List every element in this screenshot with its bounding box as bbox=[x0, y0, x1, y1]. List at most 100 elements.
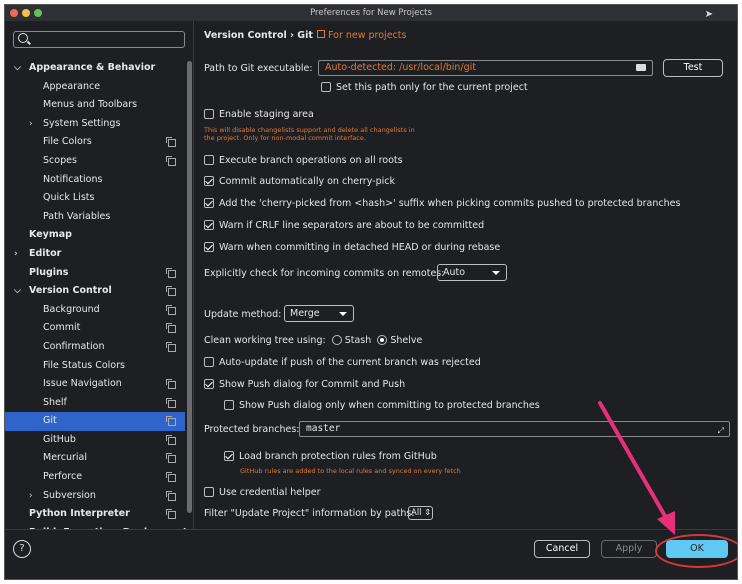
auto-update-option[interactable]: Auto-update if push of the current branc… bbox=[204, 356, 481, 368]
shelve-radio[interactable] bbox=[377, 334, 388, 345]
staging-note-line-1: This will disable changelists support an… bbox=[204, 126, 415, 134]
sidebar-item-python-interpreter[interactable]: Python Interpreter bbox=[5, 505, 185, 524]
sidebar-item-confirmation[interactable]: Confirmation bbox=[5, 338, 185, 357]
crlf-label: Warn if CRLF line separators are about t… bbox=[219, 220, 485, 231]
push-dialog-option[interactable]: Show Push dialog for Commit and Push bbox=[204, 378, 405, 390]
project-scope-icon bbox=[166, 155, 176, 166]
project-icon bbox=[317, 30, 325, 38]
push-dialog-checkbox[interactable] bbox=[204, 378, 214, 389]
sidebar-item-label: Version Control bbox=[29, 285, 112, 297]
apply-button[interactable]: Apply bbox=[601, 540, 657, 558]
cancel-button[interactable]: Cancel bbox=[534, 540, 590, 558]
sidebar-item-shelf[interactable]: Shelf bbox=[5, 394, 185, 413]
sidebar-item-issue-navigation[interactable]: Issue Navigation bbox=[5, 375, 185, 394]
sidebar-item-menus-and-toolbars[interactable]: Menus and Toolbars bbox=[5, 96, 185, 115]
project-scope-icon bbox=[166, 323, 176, 334]
incoming-commits-select[interactable]: Auto bbox=[437, 264, 507, 281]
crlf-checkbox[interactable] bbox=[204, 219, 214, 230]
current-project-option[interactable]: Set this path only for the current proje… bbox=[321, 81, 528, 93]
sidebar-item-scopes[interactable]: Scopes bbox=[5, 152, 185, 171]
zoom-window-button[interactable] bbox=[34, 9, 42, 17]
sidebar-item-file-status-colors[interactable]: File Status Colors bbox=[5, 357, 185, 376]
cherry-suffix-checkbox[interactable] bbox=[204, 197, 214, 208]
project-scope-icon bbox=[166, 304, 176, 315]
chevron-right-icon[interactable]: › bbox=[29, 115, 33, 134]
auto-update-checkbox[interactable] bbox=[204, 356, 214, 367]
branch-ops-option[interactable]: Execute branch operations on all roots bbox=[204, 154, 403, 166]
sidebar-item-label: Background bbox=[43, 303, 100, 315]
git-path-value: Auto-detected: /usr/local/bin/git bbox=[325, 62, 477, 73]
git-path-input[interactable]: Auto-detected: /usr/local/bin/git bbox=[318, 60, 653, 76]
sidebar-item-plugins[interactable]: Plugins bbox=[5, 264, 185, 283]
filter-value: All bbox=[411, 508, 422, 518]
project-scope-icon bbox=[166, 434, 176, 445]
chevron-right-icon[interactable]: › bbox=[14, 245, 18, 264]
detached-head-checkbox[interactable] bbox=[204, 241, 214, 252]
sidebar-item-quick-lists[interactable]: Quick Lists bbox=[5, 189, 185, 208]
minimize-window-button[interactable] bbox=[22, 9, 30, 17]
sidebar-item-label: Perforce bbox=[43, 471, 83, 483]
auto-update-label: Auto-update if push of the current branc… bbox=[219, 357, 481, 368]
current-project-label: Set this path only for the current proje… bbox=[336, 82, 528, 93]
git-settings-panel: Version Control › Git For new projects P… bbox=[194, 21, 737, 529]
project-scope-icon bbox=[166, 509, 176, 520]
protected-branches-input[interactable]: master ⤢ bbox=[299, 421, 730, 437]
sidebar-item-label: Notifications bbox=[43, 173, 103, 185]
sidebar-scrollbar[interactable] bbox=[187, 61, 192, 513]
sidebar-item-version-control[interactable]: ⌵ Version Control bbox=[5, 282, 185, 301]
detached-head-option[interactable]: Warn when committing in detached HEAD or… bbox=[204, 241, 500, 253]
sidebar-item-git[interactable]: Git bbox=[5, 412, 185, 431]
sidebar-item-commit[interactable]: Commit bbox=[5, 319, 185, 338]
branch-ops-checkbox[interactable] bbox=[204, 154, 214, 165]
push-protected-option[interactable]: Show Push dialog only when committing to… bbox=[224, 399, 540, 411]
sidebar-item-path-variables[interactable]: Path Variables bbox=[5, 208, 185, 227]
chevron-down-icon bbox=[492, 271, 500, 275]
credential-helper-checkbox[interactable] bbox=[204, 486, 214, 497]
sidebar-scroll-thumb[interactable] bbox=[187, 61, 192, 513]
sidebar-item-system-settings[interactable]: › System Settings bbox=[5, 115, 185, 134]
chevron-down-icon[interactable]: ⌵ bbox=[14, 59, 21, 78]
filter-select[interactable]: All ⇕ bbox=[408, 506, 433, 520]
sidebar-item-perforce[interactable]: Perforce bbox=[5, 468, 185, 487]
sidebar-item-label: Menus and Toolbars bbox=[43, 99, 138, 111]
stash-radio[interactable] bbox=[331, 334, 342, 345]
sidebar-item-keymap[interactable]: Keymap bbox=[5, 226, 185, 245]
sidebar-item-appearance-behavior[interactable]: ⌵ Appearance & Behavior bbox=[5, 59, 185, 78]
sidebar-item-github[interactable]: GitHub bbox=[5, 431, 185, 450]
incoming-commits-value: Auto bbox=[443, 267, 466, 278]
github-rules-checkbox[interactable] bbox=[224, 450, 234, 461]
sidebar-item-file-colors[interactable]: File Colors bbox=[5, 133, 185, 152]
push-protected-checkbox[interactable] bbox=[224, 399, 234, 410]
folder-icon[interactable] bbox=[636, 64, 646, 71]
cherry-pick-checkbox[interactable] bbox=[204, 175, 214, 186]
sidebar-item-mercurial[interactable]: Mercurial bbox=[5, 449, 185, 468]
current-project-checkbox[interactable] bbox=[321, 81, 331, 92]
close-window-button[interactable] bbox=[10, 9, 18, 17]
sidebar-item-editor[interactable]: › Editor bbox=[5, 245, 185, 264]
protected-branches-value: master bbox=[306, 423, 341, 434]
sidebar-item-label: Mercurial bbox=[43, 452, 87, 464]
chevron-down-icon[interactable]: ⌵ bbox=[14, 282, 21, 301]
cherry-pick-option[interactable]: Commit automatically on cherry-pick bbox=[204, 175, 395, 187]
staging-option[interactable]: Enable staging area bbox=[204, 108, 314, 120]
expand-icon[interactable]: ⤢ bbox=[718, 424, 724, 438]
github-rules-note: GitHub rules are added to the local rule… bbox=[240, 467, 461, 475]
sidebar-item-background[interactable]: Background bbox=[5, 301, 185, 320]
sidebar-item-appearance[interactable]: Appearance bbox=[5, 78, 185, 97]
credential-helper-option[interactable]: Use credential helper bbox=[204, 486, 321, 498]
sidebar-item-label: File Status Colors bbox=[43, 359, 125, 371]
sidebar-item-label: Path Variables bbox=[43, 210, 111, 222]
test-button[interactable]: Test bbox=[663, 59, 723, 77]
staging-checkbox[interactable] bbox=[204, 108, 214, 119]
sidebar-item-subversion[interactable]: › Subversion bbox=[5, 487, 185, 506]
sidebar: ⌵ Appearance & Behavior Appearance Menus an… bbox=[5, 21, 194, 538]
update-method-select[interactable]: Merge bbox=[284, 305, 354, 322]
crlf-option[interactable]: Warn if CRLF line separators are about t… bbox=[204, 219, 485, 231]
cherry-suffix-option[interactable]: Add the 'cherry-picked from <hash>' suff… bbox=[204, 197, 680, 209]
help-button[interactable]: ? bbox=[13, 540, 31, 558]
sidebar-item-notifications[interactable]: Notifications bbox=[5, 171, 185, 190]
sidebar-item-label: Appearance & Behavior bbox=[29, 62, 156, 73]
chevron-right-icon[interactable]: › bbox=[29, 487, 33, 506]
search-input[interactable] bbox=[13, 31, 185, 48]
github-rules-option[interactable]: Load branch protection rules from GitHub bbox=[224, 450, 437, 462]
